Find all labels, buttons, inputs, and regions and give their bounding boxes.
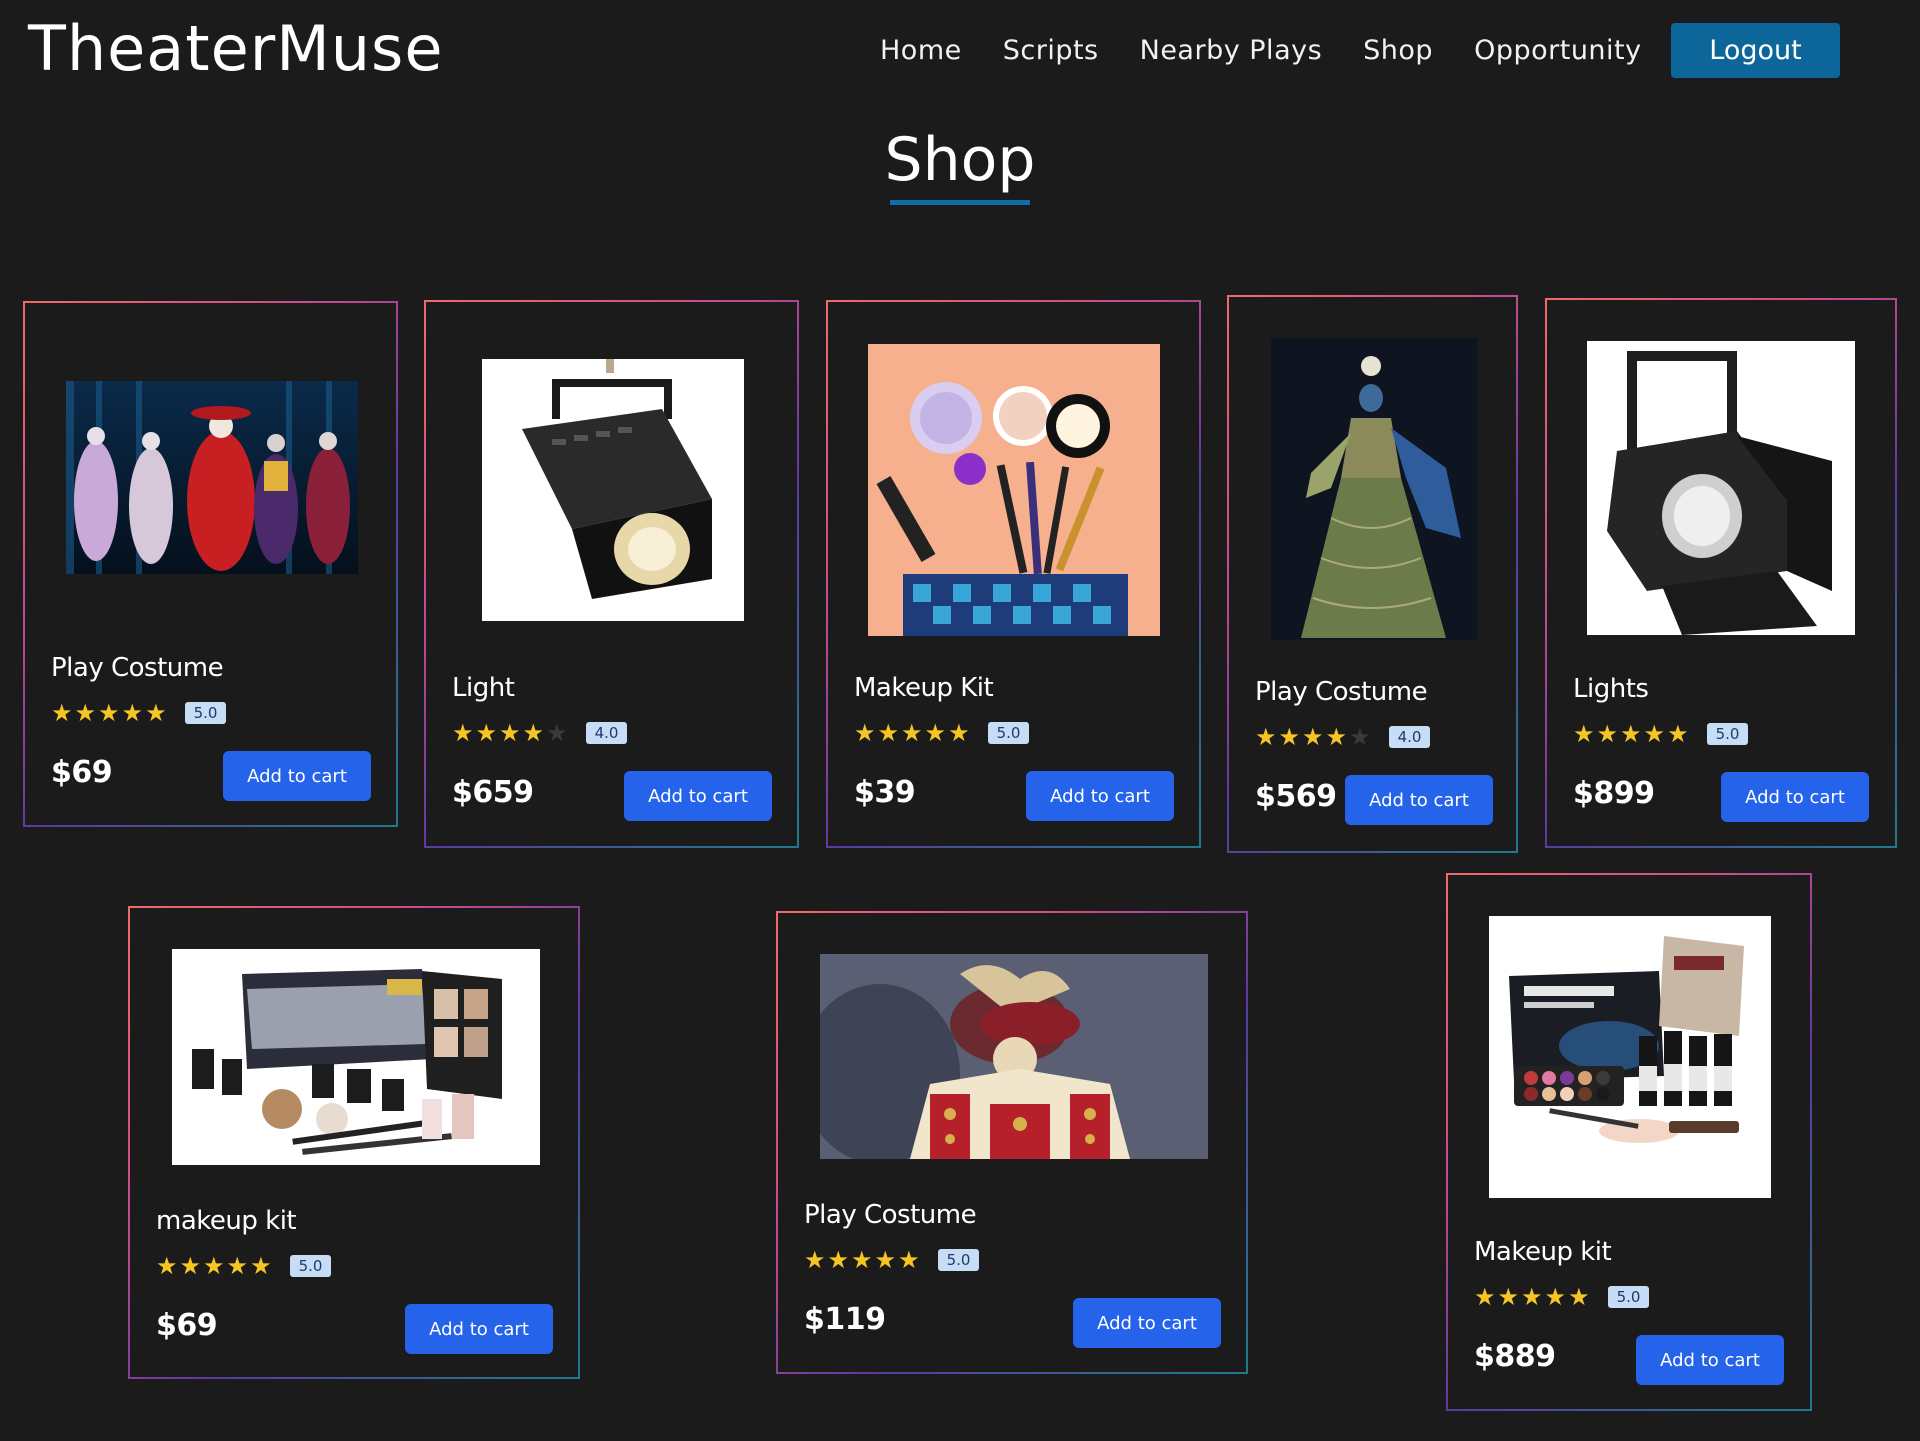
add-to-cart-button[interactable]: Add to cart (1636, 1335, 1784, 1385)
product-name[interactable]: Light (452, 673, 515, 703)
product-card: Makeup kit ★★★★★ 5.0 $889 Add to cart (1446, 873, 1812, 1411)
product-card: Play Costume ★★★★★ 4.0 $569 Add to cart (1227, 295, 1518, 853)
product-rating: ★★★★★ 5.0 (156, 1252, 332, 1280)
rating-badge: 4.0 (585, 722, 628, 744)
product-name[interactable]: Makeup kit (1474, 1237, 1612, 1267)
nav-home[interactable]: Home (880, 35, 962, 66)
add-to-cart-button[interactable]: Add to cart (1345, 775, 1493, 825)
nav-nearby-plays[interactable]: Nearby Plays (1140, 35, 1323, 66)
product-image[interactable] (66, 381, 358, 574)
product-name[interactable]: makeup kit (156, 1206, 297, 1236)
product-image[interactable] (1489, 916, 1771, 1198)
star-rating-icon: ★★★★★ (1573, 720, 1691, 748)
product-rating: ★★★★★ 5.0 (854, 719, 1030, 747)
product-card: Lights ★★★★★ 5.0 $899 Add to cart (1545, 298, 1897, 848)
product-name[interactable]: Makeup Kit (854, 673, 994, 703)
product-rating: ★★★★★ 5.0 (804, 1246, 980, 1274)
add-to-cart-button[interactable]: Add to cart (1073, 1298, 1221, 1348)
product-rating: ★★★★★ 5.0 (1573, 720, 1749, 748)
rating-badge: 5.0 (1607, 1286, 1650, 1308)
product-price: $659 (452, 775, 534, 810)
star-rating-icon: ★★★★★ (804, 1246, 922, 1274)
title-underline (890, 200, 1030, 205)
product-image[interactable] (868, 344, 1160, 636)
product-image[interactable] (1271, 338, 1477, 640)
rating-badge: 5.0 (937, 1249, 980, 1271)
rating-badge: 5.0 (184, 702, 227, 724)
product-price: $39 (854, 775, 916, 810)
product-rating: ★★★★★ 4.0 (452, 719, 628, 747)
add-to-cart-button[interactable]: Add to cart (624, 771, 772, 821)
product-name[interactable]: Play Costume (51, 653, 224, 683)
rating-badge: 5.0 (289, 1255, 332, 1277)
star-rating-icon: ★★★★★ (452, 719, 570, 747)
product-card: Play Costume ★★★★★ 5.0 $119 Add to cart (776, 911, 1248, 1374)
logout-button[interactable]: Logout (1671, 23, 1840, 78)
add-to-cart-button[interactable]: Add to cart (405, 1304, 553, 1354)
main-nav: Home Scripts Nearby Plays Shop Opportuni… (880, 22, 1683, 78)
product-image[interactable] (820, 954, 1208, 1159)
product-image[interactable] (1587, 341, 1855, 635)
product-name[interactable]: Play Costume (804, 1200, 977, 1230)
star-rating-icon: ★★★★★ (1255, 723, 1373, 751)
product-rating: ★★★★★ 4.0 (1255, 723, 1431, 751)
add-to-cart-button[interactable]: Add to cart (1721, 772, 1869, 822)
product-price: $889 (1474, 1339, 1556, 1374)
product-card: Light ★★★★★ 4.0 $659 Add to cart (424, 300, 799, 848)
page-title: Shop (884, 125, 1036, 195)
add-to-cart-button[interactable]: Add to cart (223, 751, 371, 801)
product-name[interactable]: Lights (1573, 674, 1649, 704)
nav-shop[interactable]: Shop (1363, 35, 1433, 66)
product-card: makeup kit ★★★★★ 5.0 $69 Add to cart (128, 906, 580, 1379)
product-price: $119 (804, 1302, 886, 1337)
rating-badge: 5.0 (987, 722, 1030, 744)
star-rating-icon: ★★★★★ (156, 1252, 274, 1280)
product-price: $899 (1573, 776, 1655, 811)
rating-badge: 5.0 (1706, 723, 1749, 745)
product-price: $69 (51, 755, 113, 790)
product-rating: ★★★★★ 5.0 (1474, 1283, 1650, 1311)
product-price: $569 (1255, 779, 1337, 814)
nav-scripts[interactable]: Scripts (1003, 35, 1099, 66)
top-navbar: TheaterMuse Home Scripts Nearby Plays Sh… (0, 0, 1920, 100)
star-rating-icon: ★★★★★ (854, 719, 972, 747)
star-rating-icon: ★★★★★ (1474, 1283, 1592, 1311)
product-card: Makeup Kit ★★★★★ 5.0 $39 Add to cart (826, 300, 1201, 848)
product-image[interactable] (482, 359, 744, 621)
brand-logo[interactable]: TheaterMuse (28, 12, 443, 86)
star-rating-icon: ★★★★★ (51, 699, 169, 727)
nav-opportunity[interactable]: Opportunity (1474, 35, 1642, 66)
product-price: $69 (156, 1308, 218, 1343)
product-rating: ★★★★★ 5.0 (51, 699, 227, 727)
product-card: Play Costume ★★★★★ 5.0 $69 Add to cart (23, 301, 398, 827)
add-to-cart-button[interactable]: Add to cart (1026, 771, 1174, 821)
rating-badge: 4.0 (1388, 726, 1431, 748)
product-name[interactable]: Play Costume (1255, 677, 1428, 707)
product-image[interactable] (172, 949, 540, 1165)
